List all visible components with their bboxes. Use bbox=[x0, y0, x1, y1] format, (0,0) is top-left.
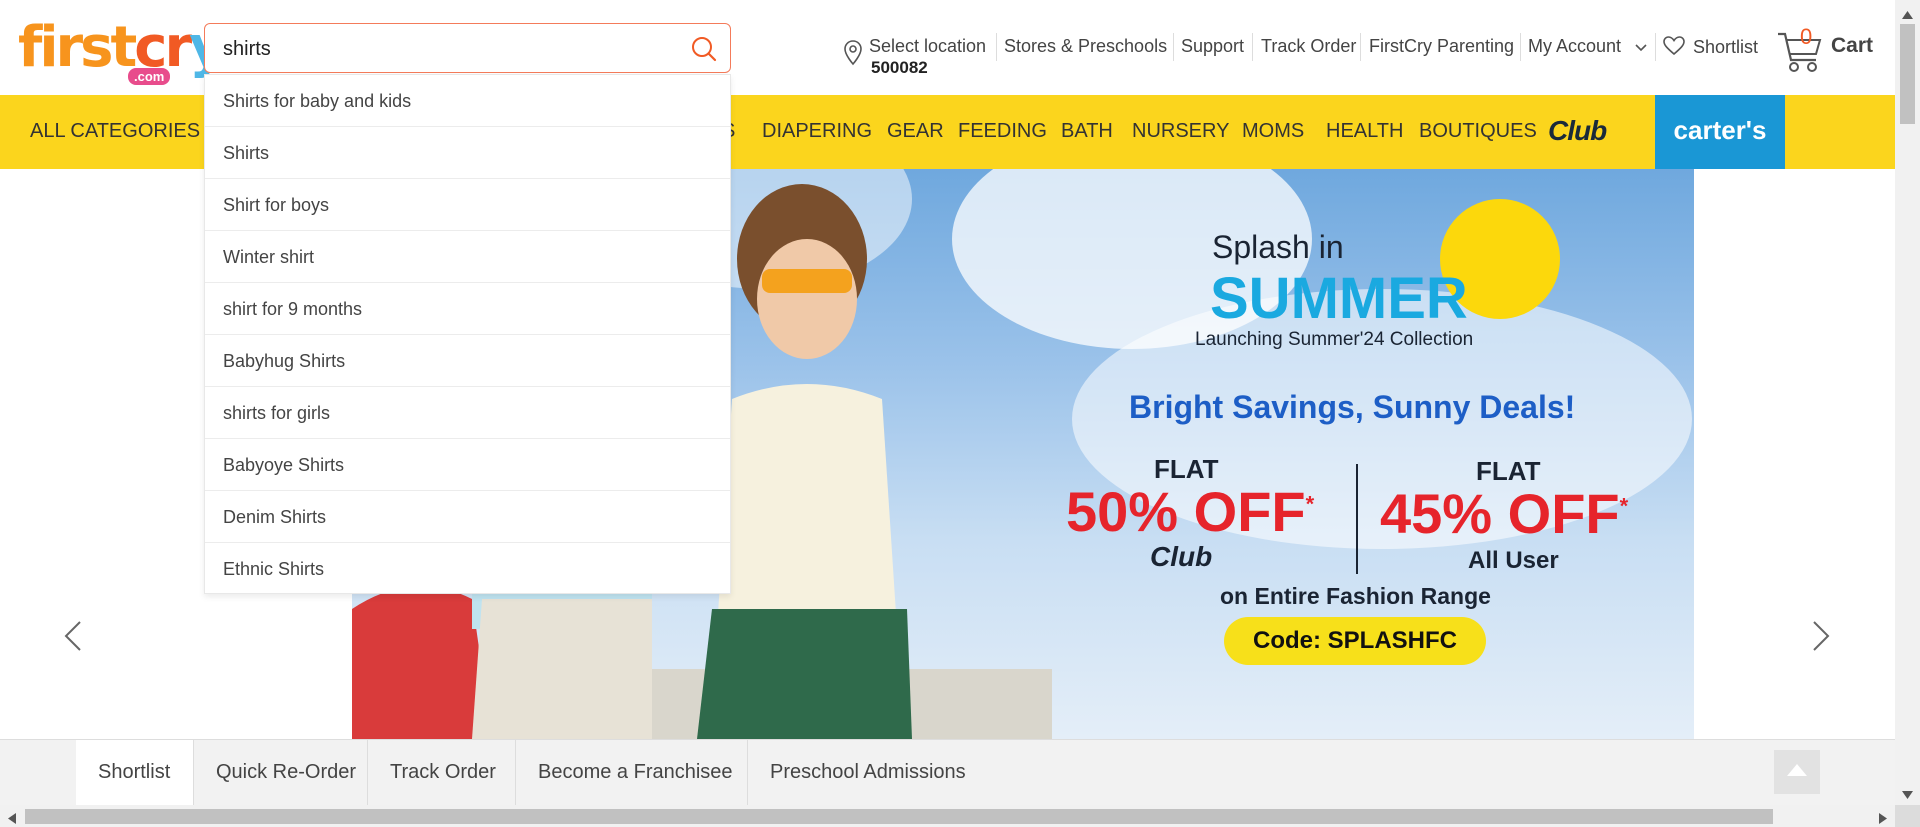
search-suggestions-dropdown: Shirts for baby and kids Shirts Shirt fo… bbox=[204, 74, 731, 594]
horizontal-scroll-thumb[interactable] bbox=[25, 809, 1773, 824]
search-box bbox=[204, 23, 731, 73]
category-feeding[interactable]: FEEDING bbox=[958, 120, 1047, 143]
divider bbox=[1655, 33, 1656, 61]
carousel-next-icon[interactable] bbox=[1800, 616, 1840, 656]
suggestion-item[interactable]: shirt for 9 months bbox=[205, 283, 730, 335]
divider bbox=[1520, 33, 1521, 61]
club-logo[interactable]: Club bbox=[1548, 115, 1607, 147]
banner-all-user: All User bbox=[1468, 547, 1559, 574]
suggestion-item[interactable]: Ethnic Shirts bbox=[205, 543, 730, 595]
category-all[interactable]: ALL CATEGORIES bbox=[30, 120, 200, 143]
suggestion-item[interactable]: Shirt for boys bbox=[205, 179, 730, 231]
divider bbox=[1252, 33, 1253, 61]
scroll-to-top-button[interactable] bbox=[1774, 750, 1820, 794]
category-boutiques[interactable]: BOUTIQUES bbox=[1419, 120, 1537, 143]
location-pin-icon bbox=[843, 40, 863, 71]
vertical-scrollbar[interactable] bbox=[1895, 0, 1920, 805]
cart-count: 0 bbox=[1800, 24, 1813, 49]
category-bath[interactable]: BATH bbox=[1061, 120, 1113, 143]
banner-range: on Entire Fashion Range bbox=[1220, 583, 1491, 609]
category-health[interactable]: HEALTH bbox=[1326, 120, 1403, 143]
suggestion-item[interactable]: Denim Shirts bbox=[205, 491, 730, 543]
support-link[interactable]: Support bbox=[1181, 36, 1244, 60]
scroll-right-arrow-icon[interactable] bbox=[1879, 811, 1887, 827]
banner-summer: SUMMER bbox=[1210, 266, 1468, 331]
scroll-down-arrow-icon[interactable] bbox=[1902, 786, 1913, 804]
banner-offer-2: 45% OFF* bbox=[1380, 482, 1629, 545]
search-input[interactable] bbox=[223, 36, 663, 62]
bottom-tab-quick-reorder[interactable]: Quick Re-Order bbox=[194, 740, 368, 806]
banner-club-logo: Club bbox=[1150, 541, 1213, 572]
banner-offer-1: 50% OFF* bbox=[1066, 480, 1315, 543]
divider bbox=[996, 33, 997, 61]
cart-label[interactable]: Cart bbox=[1831, 34, 1873, 58]
logo-com-badge: .com bbox=[128, 68, 171, 85]
bottom-tab-shortlist[interactable]: Shortlist bbox=[76, 740, 194, 806]
bottom-quick-links-bar: Shortlist Quick Re-Order Track Order Bec… bbox=[0, 739, 1895, 806]
page: firstcry .com Select location 500082 Sto… bbox=[0, 0, 1920, 827]
scrollbar-corner bbox=[1895, 805, 1920, 827]
heart-icon bbox=[1663, 36, 1685, 61]
vertical-scroll-thumb[interactable] bbox=[1900, 24, 1915, 124]
suggestion-item[interactable]: Shirts bbox=[205, 127, 730, 179]
location-label: Select location bbox=[869, 36, 987, 56]
suggestion-item[interactable]: Shirts for baby and kids bbox=[205, 75, 730, 127]
category-gear[interactable]: GEAR bbox=[887, 120, 944, 143]
banner-line1: Splash in bbox=[1212, 229, 1344, 265]
bottom-tab-track-order[interactable]: Track Order bbox=[368, 740, 516, 806]
horizontal-scrollbar[interactable] bbox=[0, 805, 1895, 827]
carousel-prev-icon[interactable] bbox=[54, 616, 94, 656]
banner-divider bbox=[1356, 464, 1358, 574]
location-selector[interactable]: Select location 500082 bbox=[843, 34, 993, 84]
firstcry-parenting-link[interactable]: FirstCry Parenting bbox=[1369, 36, 1514, 60]
divider bbox=[1360, 33, 1361, 61]
category-diapering[interactable]: DIAPERING bbox=[762, 120, 872, 143]
chevron-down-icon bbox=[1634, 37, 1648, 58]
stores-preschools-link[interactable]: Stores & Preschools bbox=[1004, 36, 1167, 60]
banner-code-pill: Code: SPLASHFC bbox=[1224, 617, 1486, 665]
track-order-link[interactable]: Track Order bbox=[1261, 36, 1356, 60]
bottom-tab-franchisee[interactable]: Become a Franchisee bbox=[516, 740, 748, 806]
firstcry-logo[interactable]: firstcry .com bbox=[18, 18, 226, 86]
suggestion-item[interactable]: Babyoye Shirts bbox=[205, 439, 730, 491]
scroll-left-arrow-icon[interactable] bbox=[8, 811, 16, 827]
suggestion-item[interactable]: Babyhug Shirts bbox=[205, 335, 730, 387]
scroll-up-arrow-icon[interactable] bbox=[1902, 6, 1913, 24]
location-pincode: 500082 bbox=[871, 58, 928, 77]
category-nursery[interactable]: NURSERY bbox=[1132, 120, 1229, 143]
shortlist-link[interactable]: Shortlist bbox=[1663, 36, 1758, 60]
bottom-tab-preschool[interactable]: Preschool Admissions bbox=[748, 740, 988, 806]
banner-headline: Bright Savings, Sunny Deals! bbox=[1129, 389, 1576, 425]
shortlist-label: Shortlist bbox=[1693, 37, 1759, 57]
my-account-menu[interactable]: My Account bbox=[1528, 36, 1648, 60]
banner-collection: Launching Summer'24 Collection bbox=[1195, 329, 1474, 350]
my-account-label: My Account bbox=[1528, 36, 1622, 56]
divider bbox=[1173, 33, 1174, 61]
suggestion-item[interactable]: shirts for girls bbox=[205, 387, 730, 439]
search-icon[interactable] bbox=[690, 35, 718, 63]
carters-logo[interactable]: carter's bbox=[1655, 95, 1785, 169]
category-moms[interactable]: MOMS bbox=[1242, 120, 1304, 143]
suggestion-item[interactable]: Winter shirt bbox=[205, 231, 730, 283]
